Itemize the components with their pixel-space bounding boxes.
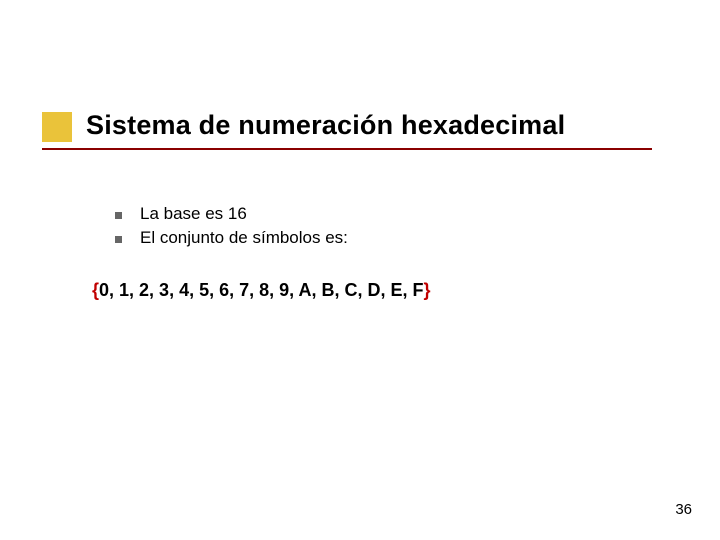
list-item: El conjunto de símbolos es: [115,226,348,250]
symbol-set-content: 0, 1, 2, 3, 4, 5, 6, 7, 8, 9, A, B, C, D… [99,280,423,300]
list-item: La base es 16 [115,202,348,226]
list-item-text: El conjunto de símbolos es: [140,226,348,250]
body-list: La base es 16 El conjunto de símbolos es… [115,202,348,250]
symbol-set: {0, 1, 2, 3, 4, 5, 6, 7, 8, 9, A, B, C, … [92,280,431,301]
square-bullet-icon [115,212,122,219]
brace-open: { [92,280,99,300]
list-item-text: La base es 16 [140,202,348,226]
slide-title: Sistema de numeración hexadecimal [86,110,565,141]
brace-close: } [423,280,430,300]
square-bullet-icon [115,236,122,243]
slide: Sistema de numeración hexadecimal La bas… [0,0,720,540]
accent-square-icon [42,112,72,142]
page-number: 36 [675,501,692,518]
title-underline [42,148,652,150]
